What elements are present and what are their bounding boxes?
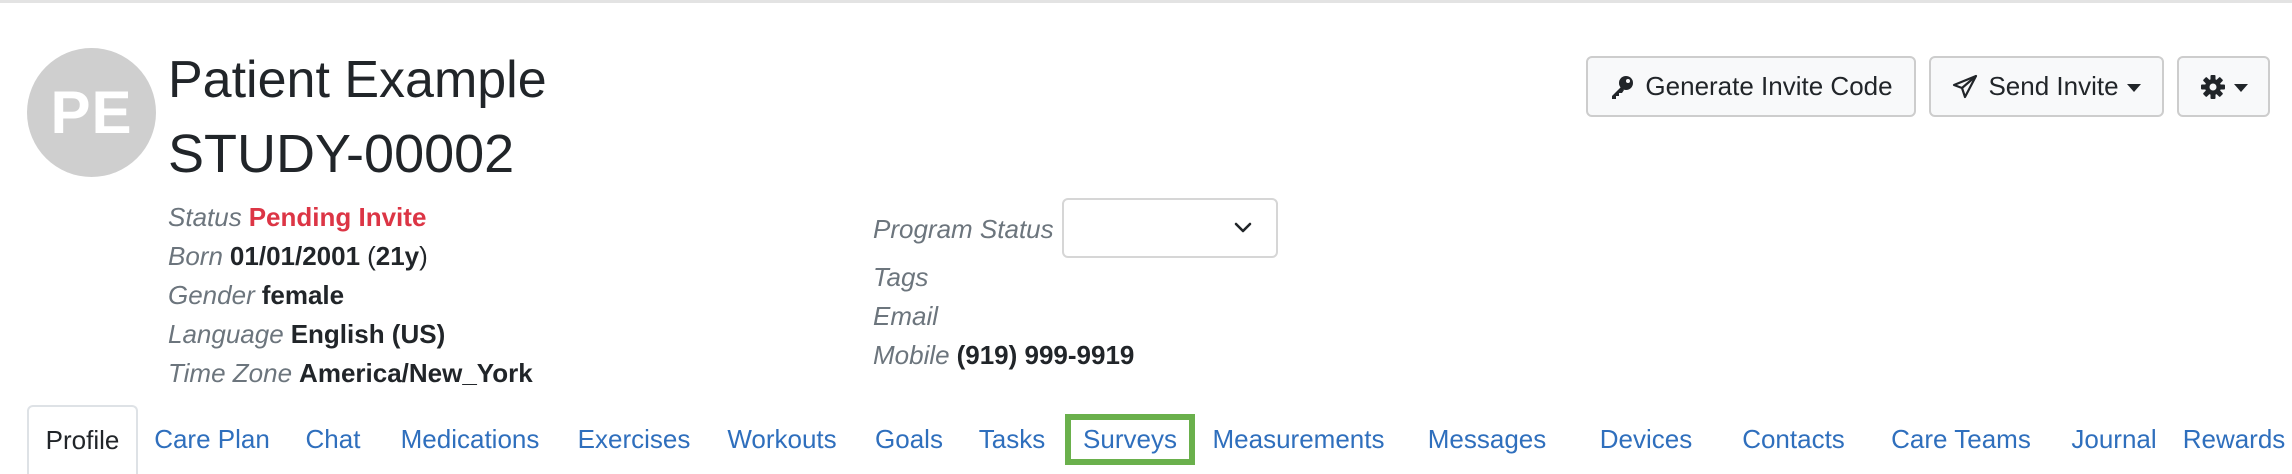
tab-label: Surveys <box>1065 414 1195 465</box>
paper-plane-icon <box>1952 74 1978 100</box>
tab-label: Profile <box>45 425 120 455</box>
tab-messages[interactable]: Messages <box>1399 405 1575 474</box>
gender-label: Gender <box>168 280 255 310</box>
gender-row: Gender female <box>168 276 533 315</box>
tab-tasks[interactable]: Tasks <box>962 405 1062 474</box>
born-open-paren: ( <box>367 241 376 271</box>
tab-label: Exercises <box>577 424 691 454</box>
program-status-label: Program Status <box>873 214 1054 244</box>
patient-name: Patient Example <box>168 51 547 109</box>
status-value: Pending Invite <box>248 202 427 232</box>
tab-medications[interactable]: Medications <box>380 405 560 474</box>
language-label: Language <box>168 319 284 349</box>
tags-row: Tags <box>873 258 1134 297</box>
gender-value: female <box>261 280 345 310</box>
tab-devices[interactable]: Devices <box>1575 405 1717 474</box>
program-status-select[interactable] <box>1062 198 1278 258</box>
tab-rewards[interactable]: Rewards <box>2176 405 2292 474</box>
avatar-initials: PE <box>50 79 133 146</box>
tab-label: Chat <box>305 424 361 454</box>
tab-label: Goals <box>875 424 943 454</box>
tab-journal[interactable]: Journal <box>2052 405 2176 474</box>
timezone-value: America/New_York <box>299 358 533 388</box>
generate-invite-code-label: Generate Invite Code <box>1645 71 1893 101</box>
email-label: Email <box>873 301 939 331</box>
email-row: Email <box>873 297 1134 336</box>
key-icon <box>1609 74 1635 100</box>
tab-label: Care Plan <box>154 424 270 454</box>
tab-label: Tasks <box>978 424 1046 454</box>
tab-chat[interactable]: Chat <box>286 405 380 474</box>
tab-care-plan[interactable]: Care Plan <box>138 405 286 474</box>
language-row: Language English (US) <box>168 315 533 354</box>
timezone-label: Time Zone <box>168 358 293 388</box>
mobile-value: (919) 999-9919 <box>956 340 1135 370</box>
mobile-label: Mobile <box>873 340 950 370</box>
timezone-row: Time Zone America/New_York <box>168 354 533 393</box>
send-invite-button[interactable]: Send Invite <box>1929 56 2164 117</box>
study-id: STUDY-00002 <box>168 124 515 184</box>
tab-exercises[interactable]: Exercises <box>560 405 708 474</box>
tab-label: Rewards <box>2182 424 2286 454</box>
tab-contacts[interactable]: Contacts <box>1717 405 1870 474</box>
tab-profile[interactable]: Profile <box>27 405 138 474</box>
mobile-row: Mobile (919) 999-9919 <box>873 336 1134 375</box>
tab-measurements[interactable]: Measurements <box>1198 405 1399 474</box>
tab-label: Medications <box>400 424 540 454</box>
tab-label: Contacts <box>1742 424 1845 454</box>
born-row: Born 01/01/2001 (21y) <box>168 237 533 276</box>
born-close-paren: ) <box>419 241 428 271</box>
send-invite-label: Send Invite <box>1988 71 2119 101</box>
tab-label: Devices <box>1599 424 1693 454</box>
chevron-down-icon <box>1234 222 1252 233</box>
born-age: 21y <box>375 241 420 271</box>
born-date: 01/01/2001 <box>229 241 361 271</box>
born-label: Born <box>168 241 223 271</box>
tab-label: Care Teams <box>1891 424 2031 454</box>
language-value: English (US) <box>290 319 446 349</box>
caret-down-icon <box>2233 83 2248 92</box>
settings-dropdown-button[interactable] <box>2177 56 2270 117</box>
tab-care-teams[interactable]: Care Teams <box>1870 405 2052 474</box>
caret-down-icon <box>2126 83 2141 92</box>
gear-icon <box>2200 74 2226 100</box>
tags-label: Tags <box>873 262 929 292</box>
patient-details: Status Pending Invite Born 01/01/2001 (2… <box>168 198 533 393</box>
status-label: Status <box>168 202 242 232</box>
tab-label: Journal <box>2071 424 2157 454</box>
tab-label: Measurements <box>1212 424 1385 454</box>
status-row: Status Pending Invite <box>168 198 533 237</box>
tab-label: Messages <box>1427 424 1547 454</box>
top-border <box>0 0 2292 3</box>
tab-workouts[interactable]: Workouts <box>708 405 856 474</box>
tab-goals[interactable]: Goals <box>856 405 962 474</box>
avatar: PE <box>27 48 156 177</box>
tab-surveys[interactable]: Surveys <box>1062 405 1198 474</box>
tab-label: Workouts <box>727 424 837 454</box>
patient-tabs: Profile Care Plan Chat Medications Exerc… <box>0 405 2292 474</box>
generate-invite-code-button[interactable]: Generate Invite Code <box>1586 56 1916 117</box>
